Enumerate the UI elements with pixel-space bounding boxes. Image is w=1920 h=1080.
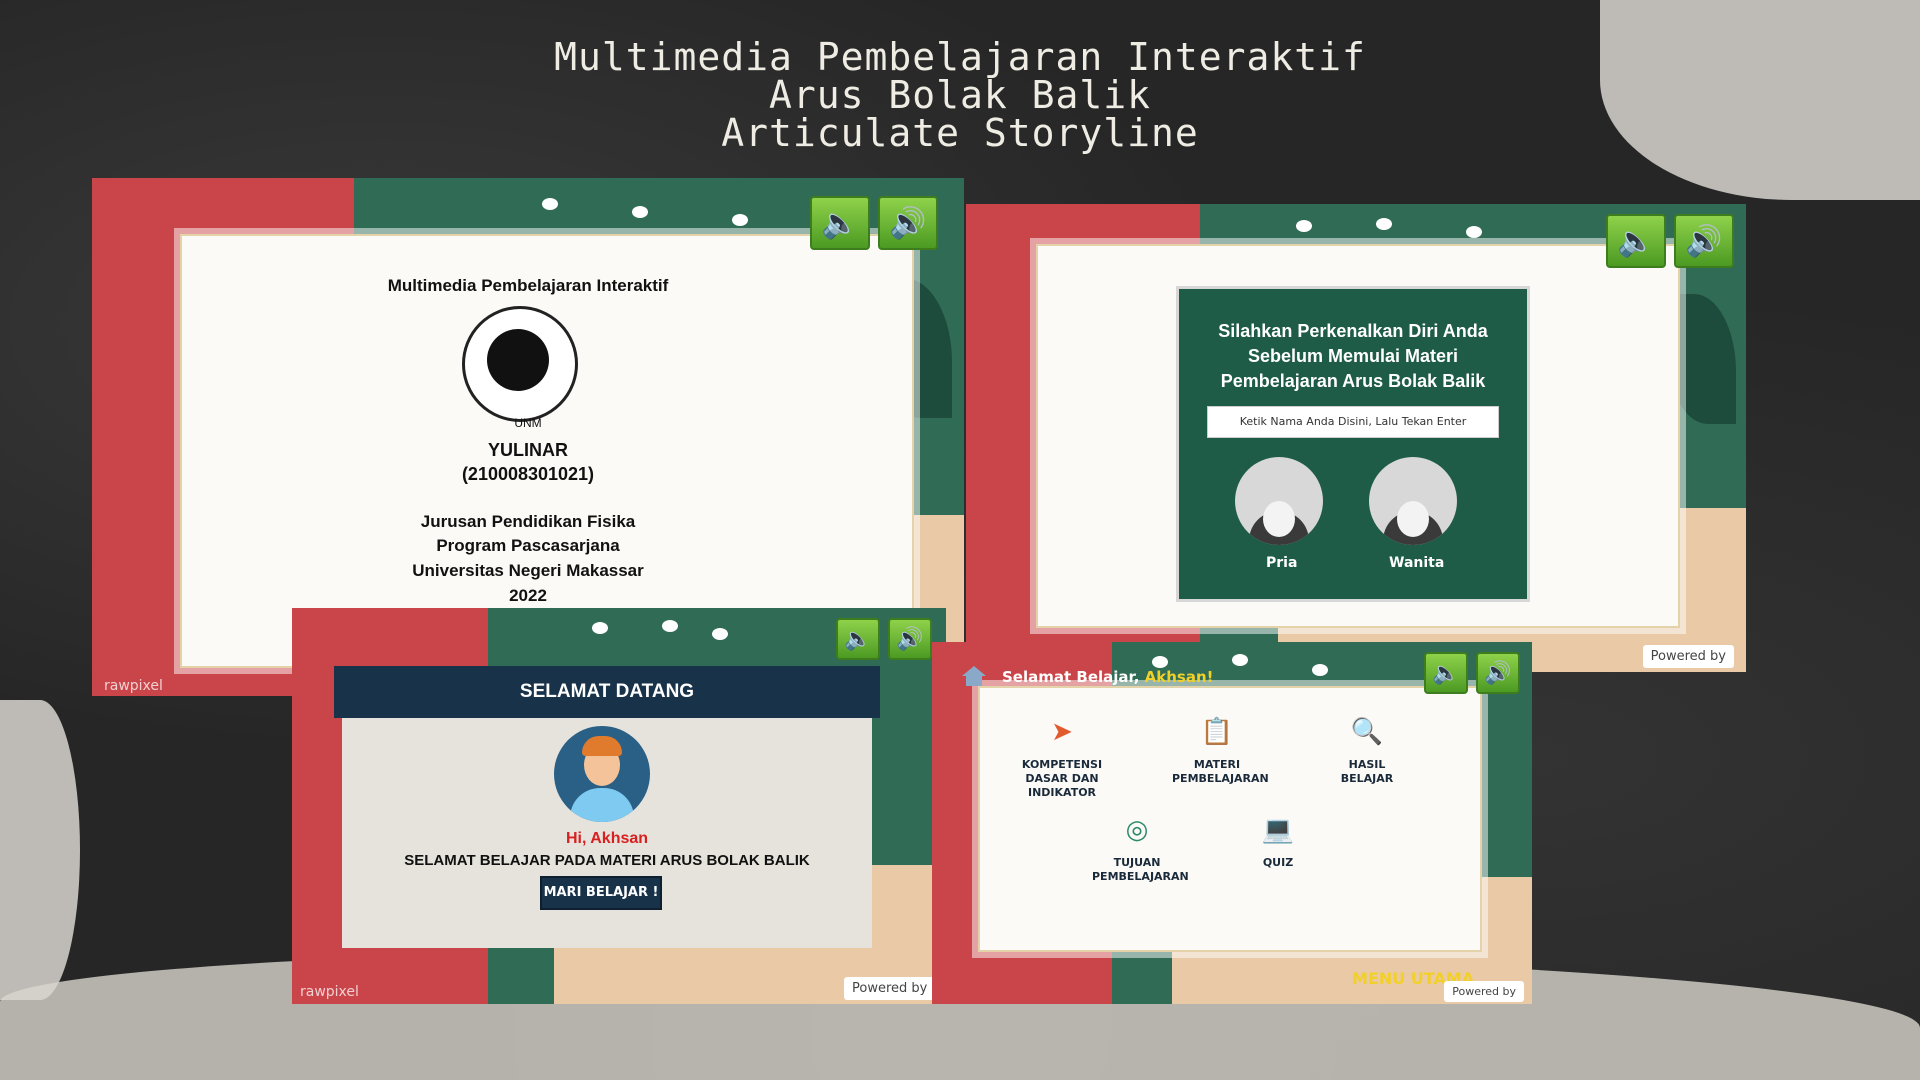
menu-item-kompetensi[interactable]: ➤ KOMPETENSI DASAR DAN INDIKATOR [1012, 712, 1112, 800]
greeting-prefix: Selamat Belajar, [1002, 668, 1140, 686]
competency-icon: ➤ [1051, 717, 1073, 747]
slide-menu: 🔈 🔊 Selamat Belajar, Akhsan! ➤ KOMPETENS… [932, 642, 1532, 1004]
audio-controls: 🔈 🔊 [1606, 214, 1734, 268]
slide-intro: 🔈 🔊 Silahkan Perkenalkan Diri Anda Sebel… [966, 204, 1746, 672]
author-nim: (210008301021) [461, 464, 595, 484]
intro-panel: Silahkan Perkenalkan Diri Anda Sebelum M… [1176, 286, 1530, 602]
volume-button[interactable]: 🔊 [1476, 652, 1520, 694]
welcome-message: SELAMAT BELAJAR PADA MATERI ARUS BOLAK B… [404, 852, 810, 869]
title-line-2: Arus Bolak Balik [768, 73, 1152, 117]
mute-button[interactable]: 🔈 [836, 618, 880, 660]
audio-controls: 🔈 🔊 [836, 618, 932, 660]
mute-button[interactable]: 🔈 [1424, 652, 1468, 694]
magnifier-icon: 🔍 [1350, 717, 1384, 747]
intro-heading-2: Sebelum Memulai Materi [1247, 346, 1459, 366]
powered-by: Powered by [1642, 645, 1734, 668]
intro-heading-1: Silahkan Perkenalkan Diri Anda [1218, 321, 1488, 341]
volume-button[interactable]: 🔊 [878, 196, 938, 250]
powered-by: Powered by [1444, 981, 1524, 1002]
volume-button[interactable]: 🔊 [1674, 214, 1734, 268]
author-name: YULINAR [488, 440, 568, 460]
female-label: Wanita [1389, 555, 1445, 571]
logo-caption: UNM [514, 416, 542, 430]
volume-button[interactable]: 🔊 [888, 618, 932, 660]
start-learning-button[interactable]: MARI BELAJAR ! [540, 876, 662, 910]
audio-controls: 🔈 🔊 [1424, 652, 1520, 694]
quiz-icon: 💻 [1261, 815, 1295, 845]
mute-button[interactable]: 🔈 [810, 196, 870, 250]
home-icon[interactable] [960, 664, 988, 686]
brand-watermark: rawpixel [300, 984, 359, 1000]
brand-watermark: rawpixel [104, 678, 163, 694]
user-avatar [554, 726, 650, 822]
university: Universitas Negeri Makassar [412, 561, 644, 580]
clipboard-icon: 📋 [1200, 717, 1234, 747]
department: Jurusan Pendidikan Fisika [420, 512, 636, 531]
intro-heading-3: Pembelajaran Arus Bolak Balik [1220, 371, 1486, 391]
menu-item-quiz[interactable]: 💻 QUIZ [1238, 810, 1318, 870]
male-label: Pria [1266, 555, 1298, 571]
female-avatar[interactable] [1369, 457, 1457, 545]
page-title: Multimedia Pembelajaran Interaktif Arus … [0, 38, 1920, 152]
greeting: Hi, Akhsan [565, 830, 649, 847]
slide-welcome: 🔈 🔊 SELAMAT DATANG Hi, Akhsan SELAMAT BE… [292, 608, 946, 1004]
welcome-bar: SELAMAT DATANG [334, 666, 880, 718]
menu-item-tujuan[interactable]: ◎ TUJUAN PEMBELAJARAN [1092, 810, 1189, 884]
target-icon: ◎ [1125, 815, 1149, 845]
menu-item-hasil[interactable]: 🔍 HASIL BELAJAR [1322, 712, 1412, 786]
audio-controls: 🔈 🔊 [810, 196, 938, 250]
menu-greeting: Selamat Belajar, Akhsan! [1002, 668, 1214, 686]
powered-by: Powered by [844, 977, 936, 1000]
name-input[interactable]: Ketik Nama Anda Disini, Lalu Tekan Enter [1207, 406, 1499, 438]
title-line-3: Articulate Storyline [721, 111, 1199, 155]
year: 2022 [509, 586, 547, 605]
male-avatar[interactable] [1235, 457, 1323, 545]
program: Program Pascasarjana [436, 536, 620, 555]
unm-logo [462, 306, 578, 422]
title-line-1: Multimedia Pembelajaran Interaktif [554, 35, 1366, 79]
cover-top-title: Multimedia Pembelajaran Interaktif [387, 276, 669, 295]
mute-button[interactable]: 🔈 [1606, 214, 1666, 268]
torn-paper-left [0, 700, 80, 1000]
greeting-name: Akhsan! [1144, 668, 1214, 686]
menu-item-materi[interactable]: 📋 MATERI PEMBELAJARAN [1172, 712, 1269, 786]
